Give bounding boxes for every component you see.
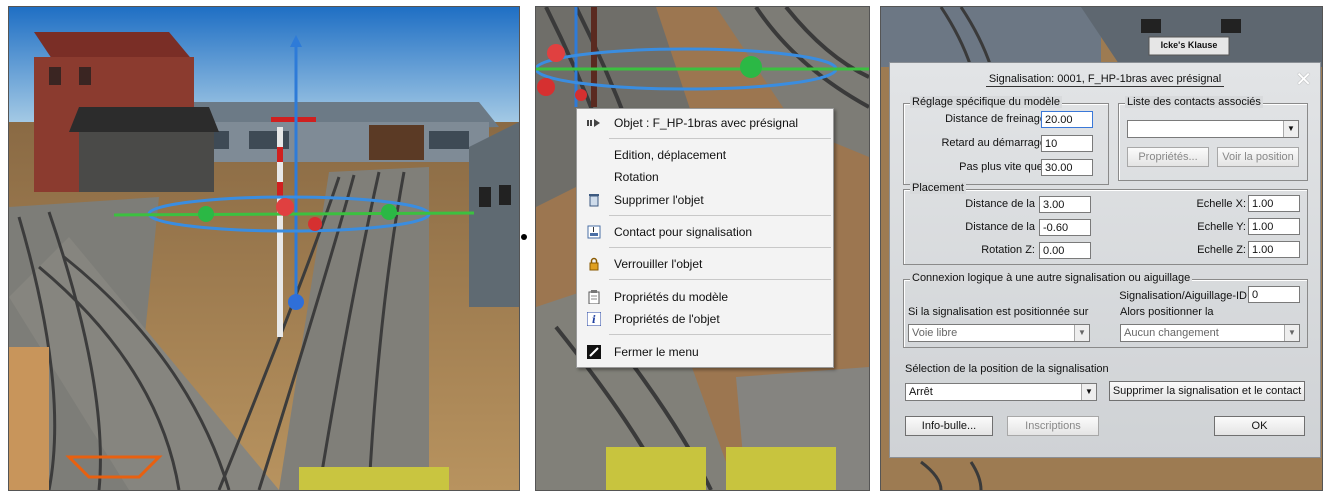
- show-position-button[interactable]: Voir la position: [1217, 147, 1299, 167]
- distance-1-input[interactable]: 3.00: [1039, 196, 1091, 213]
- menu-item-label: Rotation: [614, 170, 659, 184]
- scale-z-label: Echelle Z:: [1197, 244, 1246, 256]
- scale-x-label: Echelle X:: [1196, 198, 1246, 210]
- trash-icon: [589, 194, 599, 207]
- scale-y-input[interactable]: 1.00: [1248, 218, 1300, 235]
- vitesse-input[interactable]: 30.00: [1041, 159, 1093, 176]
- clipboard-icon: [588, 290, 600, 304]
- si-position-label: Si la signalisation est positionnée sur: [908, 306, 1089, 318]
- menu-item-contact-signal[interactable]: Contact pour signalisation: [577, 222, 833, 242]
- distance-2-label: Distance de la: [965, 221, 1035, 233]
- selection-position-label: Sélection de la position de la signalisa…: [905, 363, 1109, 375]
- menu-separator: [609, 138, 831, 139]
- scale-z-input[interactable]: 1.00: [1248, 241, 1300, 258]
- sign-label: Icke's Klause: [1160, 40, 1218, 50]
- alors-position-label: Alors positionner la: [1120, 306, 1214, 318]
- menu-item-close-menu[interactable]: Fermer le menu: [577, 342, 833, 362]
- tooltip-button[interactable]: Info-bulle...: [905, 416, 993, 436]
- bullet-dot: [521, 234, 527, 240]
- menu-separator: [609, 247, 831, 248]
- menu-separator: [609, 215, 831, 216]
- menu-item-label: Objet : F_HP-1bras avec présignal: [614, 116, 799, 130]
- chevron-down-icon: ▼: [1074, 325, 1089, 341]
- chevron-down-icon: ▼: [1284, 325, 1299, 341]
- menu-item-label: Edition, déplacement: [614, 148, 727, 162]
- contact-properties-button[interactable]: Propriétés...: [1127, 147, 1209, 167]
- group-legend: Connexion logique à une autre signalisat…: [910, 272, 1193, 284]
- group-legend: Réglage spécifique du modèle: [910, 96, 1062, 108]
- retard-label: Retard au démarrage: [941, 137, 1046, 149]
- svg-text:i: i: [592, 315, 596, 326]
- menu-item-delete-object[interactable]: Supprimer l'objet: [577, 190, 833, 210]
- menu-item-label: Fermer le menu: [614, 345, 699, 359]
- scene-view-left[interactable]: [8, 6, 520, 491]
- alors-position-select[interactable]: Aucun changement ▼: [1120, 324, 1300, 342]
- signal-id-input[interactable]: 0: [1248, 286, 1300, 303]
- contacts-select[interactable]: ▼: [1127, 120, 1299, 138]
- menu-item-label: Propriétés du modèle: [614, 290, 729, 304]
- menu-item-lock-object[interactable]: Verrouiller l'objet: [577, 254, 833, 274]
- delete-signal-and-contact-button[interactable]: Supprimer la signalisation et le contact: [1109, 381, 1305, 401]
- menu-separator: [609, 334, 831, 335]
- menu-item-label: Verrouiller l'objet: [614, 257, 703, 271]
- group-connexion: Connexion logique à une autre signalisat…: [903, 272, 1308, 348]
- rotation-z-label: Rotation Z:: [981, 244, 1035, 256]
- group-contacts: Liste des contacts associés ▼ Propriétés…: [1118, 96, 1308, 181]
- menu-item-rotation[interactable]: Rotation: [577, 167, 833, 187]
- chevron-down-icon: ▼: [1081, 384, 1096, 400]
- scene-render-left: [9, 7, 519, 490]
- info-icon: i: [587, 312, 601, 326]
- inscriptions-button[interactable]: Inscriptions: [1007, 416, 1099, 436]
- menu-item-object[interactable]: Objet : F_HP-1bras avec présignal: [577, 113, 833, 133]
- signal-dialog: Signalisation: 0001, F_HP-1bras avec pré…: [889, 62, 1321, 458]
- menu-item-label: Propriétés de l'objet: [614, 312, 720, 326]
- chevron-down-icon: ▼: [1283, 121, 1298, 137]
- distance-freinage-label: Distance de freinage: [945, 113, 1046, 125]
- menu-item-object-properties[interactable]: i Propriétés de l'objet: [577, 309, 833, 329]
- si-position-select[interactable]: Voie libre ▼: [908, 324, 1090, 342]
- distance-1-label: Distance de la: [965, 198, 1035, 210]
- retard-input[interactable]: 10: [1041, 135, 1093, 152]
- menu-item-label: Contact pour signalisation: [614, 225, 753, 239]
- context-menu: Objet : F_HP-1bras avec présignal Editio…: [576, 108, 834, 368]
- ok-button[interactable]: OK: [1214, 416, 1305, 436]
- scale-y-label: Echelle Y:: [1197, 221, 1246, 233]
- group-legend: Placement: [910, 182, 966, 194]
- rotation-z-input[interactable]: 0.00: [1039, 242, 1091, 259]
- menu-item-label: Supprimer l'objet: [614, 193, 704, 207]
- scale-x-input[interactable]: 1.00: [1248, 195, 1300, 212]
- signal-id-label: Signalisation/Aiguillage-ID: [1119, 290, 1247, 302]
- menu-separator: [609, 279, 831, 280]
- close-icon[interactable]: ✕: [1295, 67, 1312, 92]
- distance-2-input[interactable]: -0.60: [1039, 219, 1091, 236]
- dialog-title: Signalisation: 0001, F_HP-1bras avec pré…: [890, 73, 1320, 87]
- contact-icon: [587, 225, 601, 239]
- object-arrow-icon: [587, 119, 600, 127]
- menu-item-model-properties[interactable]: Propriétés du modèle: [577, 287, 833, 307]
- group-reglage: Réglage spécifique du modèle Distance de…: [903, 96, 1109, 185]
- group-legend: Liste des contacts associés: [1125, 96, 1263, 108]
- group-placement: Placement Distance de la 3.00 Distance d…: [903, 182, 1308, 265]
- lock-icon: [589, 257, 599, 271]
- close-menu-icon: [587, 345, 601, 359]
- menu-item-edit-move[interactable]: Edition, déplacement: [577, 145, 833, 165]
- distance-freinage-input[interactable]: 20.00: [1041, 111, 1093, 128]
- signal-position-select[interactable]: Arrêt ▼: [905, 383, 1097, 401]
- vitesse-label: Pas plus vite que:: [959, 161, 1046, 173]
